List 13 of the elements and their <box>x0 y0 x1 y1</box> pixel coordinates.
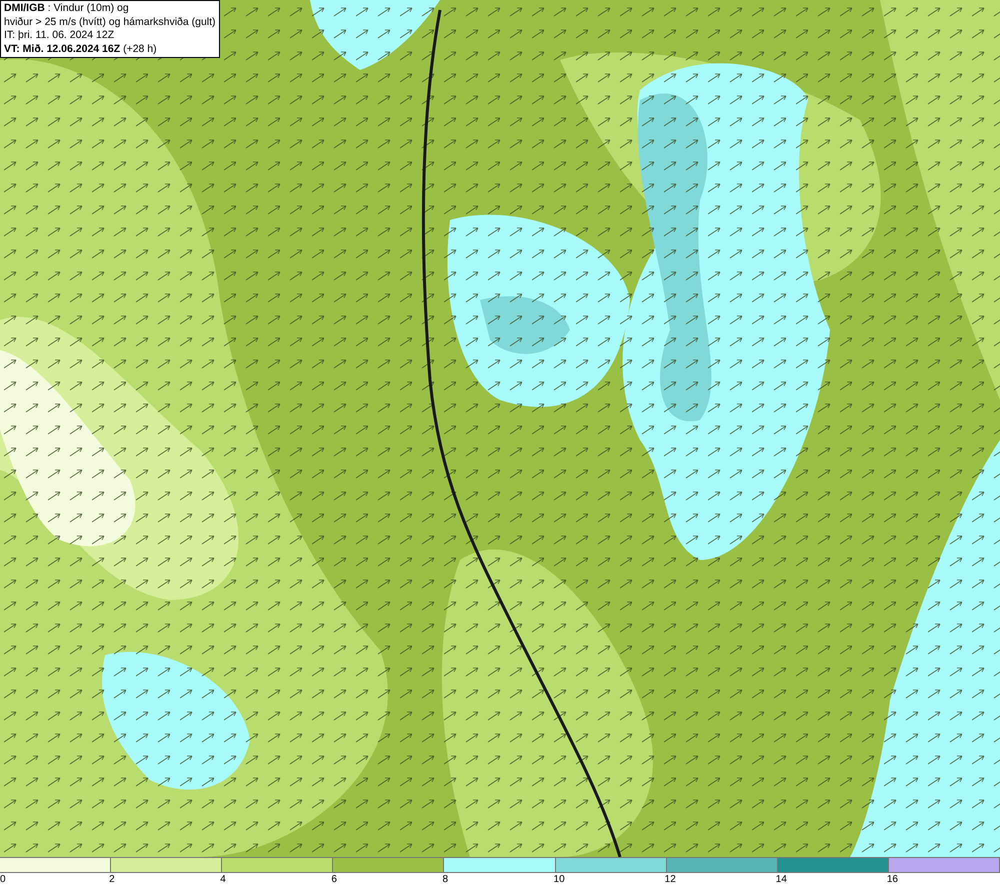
legend-tick-label: 12 <box>664 873 676 886</box>
title-line: IT: þri. 11. 06. 2024 12Z <box>4 29 116 42</box>
legend-tick-label: 14 <box>776 873 787 886</box>
legend-tick-label: 0 <box>0 873 6 886</box>
legend-tick-label: 16 <box>886 873 898 886</box>
title-line: DMI/IGB : Vindur (10m) og <box>4 2 130 16</box>
legend-tick-label: 4 <box>220 873 226 886</box>
title-line: hviður > 25 m/s (hvítt) og hámarkshviða (gult) <box>4 16 216 29</box>
legend-tick-label: 2 <box>109 873 115 886</box>
legend-tick-label: 10 <box>554 873 565 886</box>
legend-tick-label: 6 <box>331 873 337 886</box>
title-line: VT: Mið. 12.06.2024 16Z (+28 h) <box>4 42 158 56</box>
legend-tick-label: 8 <box>442 873 448 886</box>
